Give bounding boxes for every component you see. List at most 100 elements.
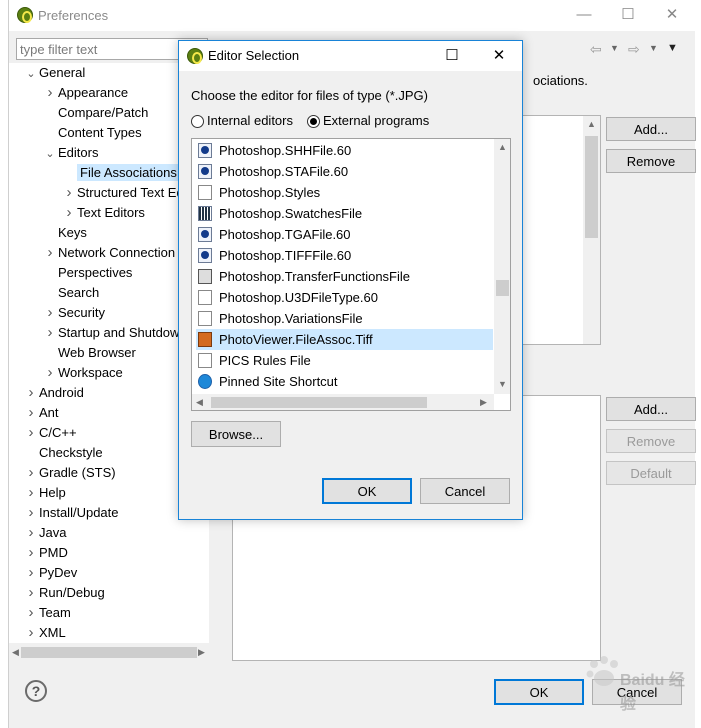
program-item[interactable]: PICS Rules File: [196, 350, 493, 371]
collapsed-icon[interactable]: ›: [61, 183, 77, 203]
tree-item[interactable]: › XML: [23, 623, 66, 643]
tree-item[interactable]: › C/C++: [23, 423, 77, 443]
dialog-cancel-button[interactable]: Cancel: [420, 478, 510, 504]
scroll-left-icon[interactable]: ◀: [12, 647, 19, 658]
help-icon[interactable]: ?: [25, 680, 47, 702]
tree-item[interactable]: › Run/Debug: [23, 583, 105, 603]
tree-item[interactable]: › Security: [42, 303, 105, 323]
collapsed-icon[interactable]: ›: [23, 403, 39, 423]
collapsed-icon[interactable]: ›: [23, 563, 39, 583]
view-menu-icon[interactable]: ▼: [667, 42, 678, 54]
internal-editors-radio[interactable]: [191, 115, 204, 128]
tree-item[interactable]: › Gradle (STS): [23, 463, 116, 483]
tree-item[interactable]: › Ant: [23, 403, 59, 423]
add-editor-button[interactable]: Add...: [606, 397, 696, 421]
collapsed-icon[interactable]: ›: [23, 483, 39, 503]
tree-item[interactable]: Perspectives: [42, 263, 132, 283]
program-item[interactable]: Photoshop.VariationsFile: [196, 308, 493, 329]
dialog-ok-button[interactable]: OK: [322, 478, 412, 504]
tree-item[interactable]: Compare/Patch: [42, 103, 148, 123]
tree-item[interactable]: › Startup and Shutdow: [42, 323, 180, 343]
back-menu-icon[interactable]: ▼: [610, 43, 619, 53]
program-item[interactable]: Photoshop.U3DFileType.60: [196, 287, 493, 308]
scroll-up-icon[interactable]: ▲: [498, 142, 507, 152]
collapsed-icon[interactable]: ›: [42, 303, 58, 323]
back-icon[interactable]: ⇦: [590, 41, 602, 58]
collapsed-icon[interactable]: ›: [23, 423, 39, 443]
collapsed-icon[interactable]: ›: [23, 623, 39, 643]
maximize-button[interactable]: ☐: [613, 0, 643, 30]
tree-item[interactable]: › Workspace: [42, 363, 123, 383]
tree-item[interactable]: › Network Connection: [42, 243, 176, 263]
collapsed-icon[interactable]: ›: [23, 503, 39, 523]
minimize-button[interactable]: —: [569, 0, 599, 30]
scroll-right-icon[interactable]: ▶: [198, 647, 205, 658]
tree-item[interactable]: › Structured Text Ed: [61, 183, 184, 203]
tree-item[interactable]: › PyDev: [23, 563, 78, 583]
browse-button[interactable]: Browse...: [191, 421, 281, 447]
tree-item[interactable]: › Install/Update: [23, 503, 119, 523]
tree-item[interactable]: ⌄ General: [23, 63, 85, 83]
file-types-scroll-thumb[interactable]: [585, 136, 598, 238]
preferences-ok-button[interactable]: OK: [494, 679, 584, 705]
program-item[interactable]: Photoshop.STAFile.60: [196, 161, 493, 182]
tree-item[interactable]: › Android: [23, 383, 84, 403]
collapsed-icon[interactable]: ›: [42, 243, 58, 263]
collapsed-icon[interactable]: ›: [23, 383, 39, 403]
program-item[interactable]: Photoshop.SwatchesFile: [196, 203, 493, 224]
program-item[interactable]: Pinned Site Shortcut: [196, 371, 493, 392]
collapsed-icon[interactable]: ›: [42, 323, 58, 343]
dialog-maximize-button[interactable]: ☐: [437, 41, 467, 71]
collapsed-icon[interactable]: ›: [23, 543, 39, 563]
tree-item[interactable]: File Associations: [61, 163, 180, 183]
program-item[interactable]: Photoshop.TGAFile.60: [196, 224, 493, 245]
default-editor-button[interactable]: Default: [606, 461, 696, 485]
tree-item[interactable]: › Text Editors: [61, 203, 145, 223]
remove-editor-button[interactable]: Remove: [606, 429, 696, 453]
scroll-left-icon[interactable]: ◀: [196, 397, 203, 408]
collapsed-icon[interactable]: ›: [23, 463, 39, 483]
programs-horizontal-thumb[interactable]: [211, 397, 427, 408]
file-types-scrollbar[interactable]: ▲: [583, 116, 600, 344]
collapsed-icon[interactable]: ›: [42, 363, 58, 383]
scroll-up-icon[interactable]: ▲: [587, 119, 596, 129]
program-item[interactable]: Photoshop.Styles: [196, 182, 493, 203]
collapsed-icon[interactable]: ›: [23, 603, 39, 623]
collapsed-icon[interactable]: ›: [42, 83, 58, 103]
scroll-down-icon[interactable]: ▼: [498, 379, 507, 389]
tree-item[interactable]: Search: [42, 283, 99, 303]
tree-scroll-thumb[interactable]: [21, 647, 197, 658]
collapsed-icon[interactable]: ›: [23, 523, 39, 543]
program-item[interactable]: PhotoViewer.FileAssoc.Tiff: [196, 329, 493, 350]
external-programs-label[interactable]: External programs: [323, 113, 429, 128]
tree-item[interactable]: › Java: [23, 523, 67, 543]
tree-item[interactable]: › Appearance: [42, 83, 129, 103]
forward-icon[interactable]: ⇨: [628, 41, 640, 58]
remove-file-type-button[interactable]: Remove: [606, 149, 696, 173]
internal-editors-label[interactable]: Internal editors: [207, 113, 293, 128]
collapsed-icon[interactable]: ›: [61, 203, 77, 223]
program-item[interactable]: Photoshop.SHHFile.60: [196, 140, 493, 161]
external-programs-radio[interactable]: [307, 115, 320, 128]
tree-item[interactable]: Keys: [42, 223, 87, 243]
program-item[interactable]: Photoshop.TransferFunctionsFile: [196, 266, 493, 287]
tree-item[interactable]: Web Browser: [42, 343, 136, 363]
tree-item[interactable]: ⌄ Editors: [42, 143, 98, 163]
tree-item[interactable]: › Help: [23, 483, 66, 503]
forward-menu-icon[interactable]: ▼: [649, 43, 658, 53]
expanded-icon[interactable]: ⌄: [42, 144, 58, 164]
scroll-right-icon[interactable]: ▶: [480, 397, 487, 408]
program-item[interactable]: Photoshop.TIFFFile.60: [196, 245, 493, 266]
programs-list[interactable]: Photoshop.SHHFile.60 Photoshop.STAFile.60…: [191, 138, 511, 411]
expanded-icon[interactable]: ⌄: [23, 64, 39, 84]
tree-item[interactable]: › Team: [23, 603, 71, 623]
collapsed-icon[interactable]: ›: [23, 583, 39, 603]
tree-item[interactable]: › PMD: [23, 543, 68, 563]
dialog-close-button[interactable]: ✕: [484, 41, 514, 71]
add-file-type-button[interactable]: Add...: [606, 117, 696, 141]
close-button[interactable]: ✕: [657, 0, 687, 30]
tree-item[interactable]: Checkstyle: [23, 443, 103, 463]
tree-item[interactable]: Content Types: [42, 123, 142, 143]
programs-scroll-thumb[interactable]: [496, 280, 509, 296]
programs-vertical-scrollbar[interactable]: ▲ ▼: [494, 139, 510, 394]
